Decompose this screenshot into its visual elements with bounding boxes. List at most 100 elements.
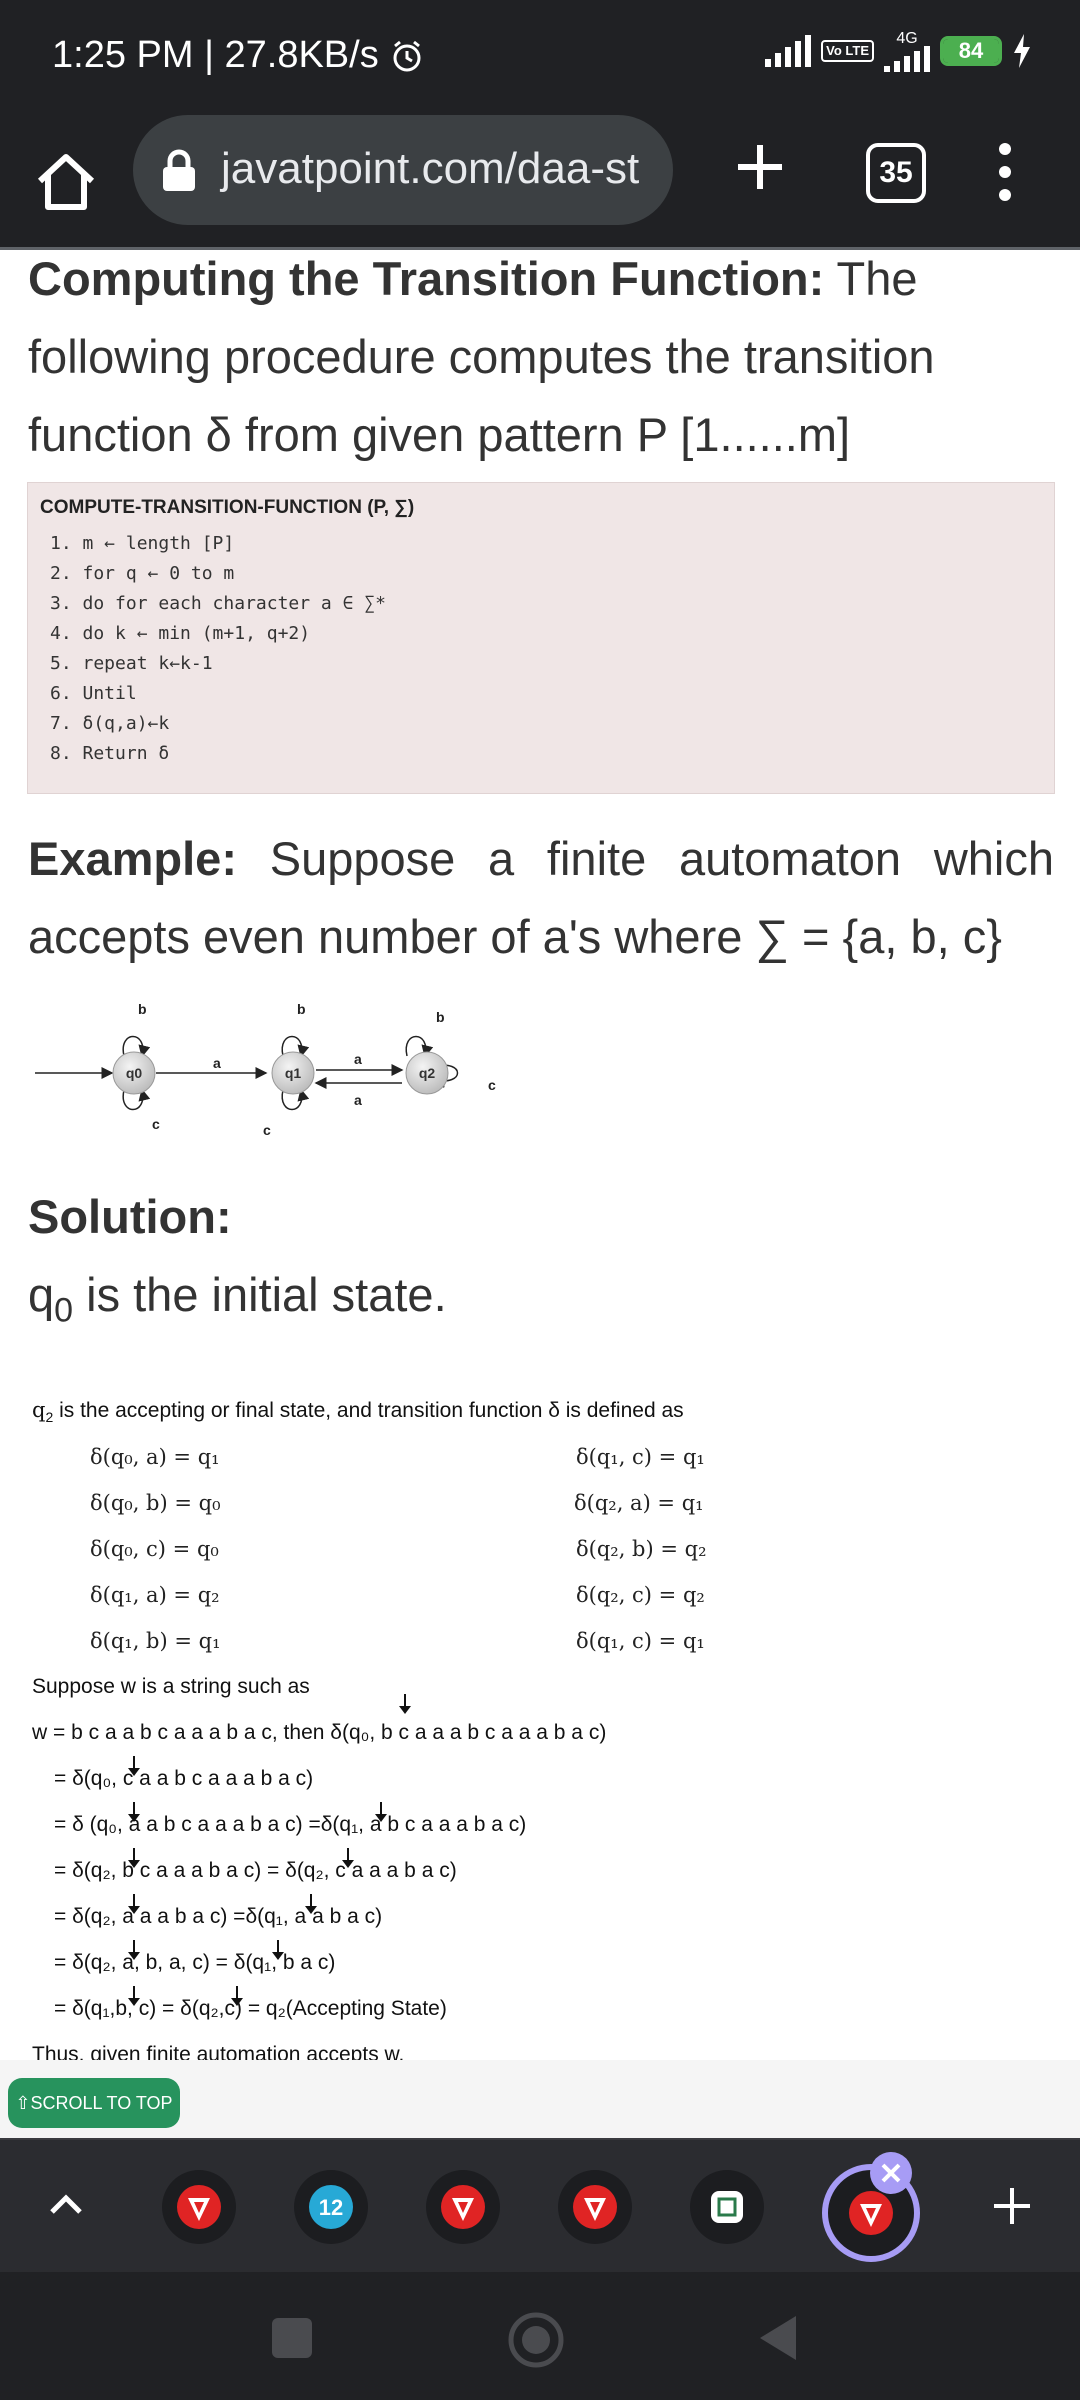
transition-formula: δ(q₂, b) = q₂ [576,1537,707,1561]
edge-label: c [263,1122,271,1138]
network-label: 4G [896,30,918,47]
automaton-diagram: q0 q1 q2 b b b a a a c c c [35,1001,496,1138]
initial-state-line: q0 is the initial state. [28,1256,1054,1349]
edge-label: b [436,1009,445,1025]
initial-state-subscript: 0 [54,1291,74,1330]
tpoint-favicon-icon [177,2185,221,2229]
app-favicon-icon: 12 [309,2185,353,2229]
home-nav-button[interactable] [506,2310,566,2370]
volte-badge: Vo LTE [821,40,874,62]
conclusion-text: Thus, given finite automation accepts w. [32,2043,405,2060]
transition-formula: δ(q₂, a) = q₁ [574,1491,704,1515]
accepting-q: q [32,1398,46,1422]
tab-count: 35 [879,156,913,189]
edge-label: c [152,1116,160,1132]
code-line: 4. do k ← min (m+1, q+2) [50,623,311,644]
derivation-line: = δ(q₀, c a a b c a a a b a c) [54,1767,314,1790]
transition-formula: δ(q₀, a) = q₁ [90,1445,220,1469]
state-label-q0: q0 [126,1065,143,1081]
edge-label: a [354,1051,362,1067]
code-block: COMPUTE-TRANSITION-FUNCTION (P, ∑) 1. m … [27,482,1055,794]
initial-state-text: is the initial state. [73,1268,447,1321]
signal-icon [765,35,812,67]
edge-label: a [213,1055,221,1071]
status-icons: Vo LTE 4G 84 [765,30,1032,72]
edge-label: b [297,1001,306,1017]
tab-strip: 12 [0,2138,1080,2272]
transition-function-paragraph: Computing the Transition Function: The f… [28,250,1054,474]
code-line: 1. m ← length [P] [50,533,235,554]
suppose-text: Suppose w is a string such as [32,1675,310,1698]
edge-label: c [488,1077,496,1093]
example-paragraph: Example: Suppose a finite automaton whic… [28,820,1054,976]
transition-formula: δ(q₁, c) = q₁ [576,1629,705,1653]
tpoint-favicon-icon [849,2191,893,2235]
pointer-arrow [399,1694,411,1714]
edge-label: b [138,1001,147,1017]
code-line: 7. δ(q,a)←k [50,713,170,734]
edge-label: a [354,1092,362,1108]
back-nav-button[interactable] [756,2312,802,2364]
charging-icon [1014,34,1030,68]
example-label: Example: [28,832,237,885]
code-line: 2. for q ← 0 to m [50,563,235,584]
battery-level: 84 [958,38,984,63]
tab-item[interactable] [162,2170,236,2244]
section-heading: Computing the Transition Function: [28,252,825,305]
more-menu-icon[interactable] [990,137,1020,207]
transition-formula: δ(q₁, b) = q₁ [90,1629,221,1653]
state-label-q1: q1 [285,1065,302,1081]
battery-icon: 84 [940,36,1002,66]
code-line: 6. Until [50,683,137,704]
derivation-line: = δ (q₀, a a b c a a a b a c) =δ(q₁, a b… [54,1813,527,1836]
transition-formula: δ(q₀, c) = q₀ [90,1537,219,1561]
tab-item[interactable] [690,2170,764,2244]
lock-icon [163,149,195,191]
tpoint-favicon-icon [573,2185,617,2229]
alarm-icon [393,40,421,71]
tab-item[interactable]: 12 [294,2170,368,2244]
derivation-line: w = b c a a b c a a a b a c, then δ(q₀, … [32,1721,607,1744]
recents-button[interactable] [272,2318,312,2358]
accepting-state-line: q2 is the accepting or final state, and … [32,1398,684,1425]
code-line: 5. repeat k←k-1 [50,653,213,674]
status-bar: 1:25 PM | 27.8KB/s Vo LTE 4G 84 [0,0,1080,115]
new-tab-icon[interactable] [728,135,792,199]
add-tab-icon[interactable] [990,2184,1034,2228]
close-tab-button[interactable] [870,2152,912,2194]
network-4g-icon: 4G [884,30,930,72]
accepting-text: is the accepting or final state, and tra… [59,1399,684,1422]
time-speed-text: 1:25 PM | 27.8KB/s [52,34,379,76]
page-content: Computing the Transition Function: The f… [0,250,1080,2060]
svg-text:12: 12 [319,2195,343,2220]
system-nav-bar [0,2272,1080,2400]
scroll-to-top-button[interactable]: ⇧SCROLL TO TOP [8,2078,180,2128]
initial-state-q: q [28,1268,55,1321]
url-text: javatpoint.com/daa-st [221,144,640,193]
tab-item[interactable] [558,2170,632,2244]
address-bar[interactable]: javatpoint.com/daa-st [133,115,673,225]
tab-switcher-button[interactable]: 35 [866,143,926,203]
status-time-speed: 1:25 PM | 27.8KB/s [52,34,425,77]
home-icon[interactable] [30,145,102,217]
state-label-q2: q2 [419,1065,436,1081]
solution-heading: Solution: [28,1190,232,1243]
transition-formula: δ(q₀, b) = q₀ [90,1491,221,1515]
transition-formula: δ(q₁, c) = q₁ [576,1445,705,1469]
chevron-up-icon[interactable] [44,2182,88,2226]
accepting-subscript: 2 [45,1409,54,1426]
code-line: 8. Return δ [50,743,170,764]
close-icon [881,2163,901,2183]
code-title: COMPUTE-TRANSITION-FUNCTION (P, ∑) [40,497,415,518]
site-favicon-icon [711,2191,743,2223]
derivation-line: = δ(q₁,b, c) = δ(q₂,c) = q₂(Accepting St… [54,1997,447,2020]
transition-formula: δ(q₂, c) = q₂ [576,1583,705,1607]
derivation-line: = δ(q₂, b c a a a b a c) = δ(q₂, c a a a… [54,1859,457,1882]
browser-toolbar: javatpoint.com/daa-st 35 [0,115,1080,250]
derivation-line: = δ(q₂, a, b, a, c) = δ(q₁, b a c) [54,1951,336,1974]
derivation-line: = δ(q₂, a a a b a c) =δ(q₁, a a b a c) [54,1905,383,1928]
tpoint-favicon-icon [441,2185,485,2229]
code-line: 3. do for each character a ∈ ∑* [50,593,386,614]
tab-item[interactable] [426,2170,500,2244]
transition-formula: δ(q₁, a) = q₂ [90,1583,220,1607]
